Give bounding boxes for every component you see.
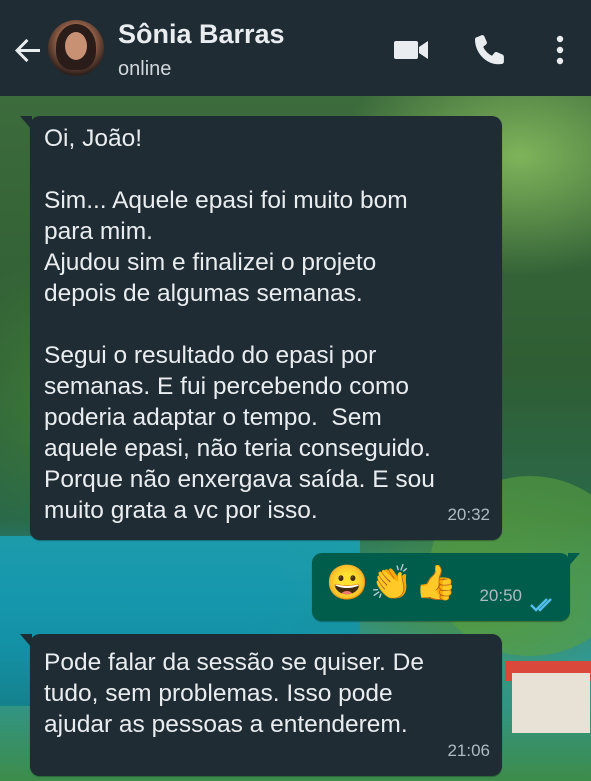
video-call-icon[interactable] — [391, 30, 431, 70]
chat-header: Sônia Barras online — [0, 0, 591, 96]
message-time: 20:32 — [447, 505, 490, 524]
message-incoming-1[interactable]: Oi, João! Sim... Aquele epasi foi muito … — [20, 116, 502, 540]
avatar-face — [65, 32, 87, 60]
phone-icon[interactable] — [471, 30, 511, 70]
wallpaper-house — [512, 673, 590, 733]
message-time: 21:06 — [447, 741, 490, 760]
back-arrow-icon[interactable] — [12, 34, 44, 66]
read-receipt-icon — [530, 591, 558, 612]
avatar[interactable] — [48, 20, 104, 76]
message-text: Oi, João! Sim... Aquele epasi foi muito … — [44, 125, 435, 524]
contact-status: online — [118, 58, 172, 80]
bubble-tail — [568, 553, 580, 567]
bubble-tail — [20, 116, 32, 130]
message-incoming-2[interactable]: Pode falar da sessão se quiser. De tudo,… — [20, 634, 502, 776]
message-text: Pode falar da sessão se quiser. De tudo,… — [44, 649, 424, 738]
more-options-icon[interactable] — [540, 30, 580, 70]
message-time: 20:50 — [479, 586, 522, 605]
bubble-tail — [20, 634, 32, 648]
emoji-message: 😀👏👍 — [326, 564, 460, 602]
contact-name[interactable]: Sônia Barras — [118, 19, 285, 50]
message-outgoing-1[interactable]: 😀👏👍 20:50 — [312, 553, 580, 621]
